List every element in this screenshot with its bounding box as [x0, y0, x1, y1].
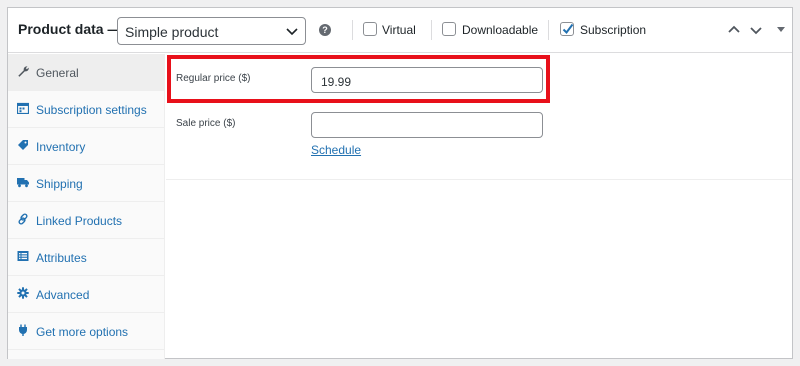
- subscription-label: Subscription: [580, 23, 647, 37]
- tab-get-more-options[interactable]: Get more options: [8, 313, 165, 350]
- checkmark-icon: [562, 23, 574, 35]
- product-type-value: Simple product: [125, 24, 219, 40]
- tab-general[interactable]: General: [8, 54, 165, 91]
- tab-label: Linked Products: [36, 214, 123, 228]
- tab-attributes[interactable]: Attributes: [8, 239, 165, 276]
- separator: [548, 20, 549, 40]
- downloadable-label: Downloadable: [462, 23, 539, 37]
- link-icon: [18, 213, 28, 225]
- chevron-down-icon: [286, 28, 298, 36]
- product-data-tabs: General Subscription settings Inventory: [8, 54, 165, 359]
- downloadable-checkbox[interactable]: [442, 22, 456, 36]
- schedule-link[interactable]: Schedule: [311, 143, 361, 157]
- separator: [431, 20, 432, 40]
- tab-label: Subscription settings: [36, 103, 147, 117]
- tab-label: Inventory: [36, 140, 86, 154]
- virtual-label: Virtual: [382, 23, 416, 37]
- panel-title: Product data —: [18, 21, 122, 37]
- sale-price-label: Sale price ($): [176, 118, 236, 129]
- move-up-icon[interactable]: [727, 23, 741, 37]
- move-down-icon[interactable]: [749, 23, 763, 37]
- tab-label: General: [36, 66, 79, 80]
- list-icon: [17, 251, 29, 261]
- subscription-checkbox[interactable]: [560, 22, 574, 36]
- tab-advanced[interactable]: Advanced: [8, 276, 165, 313]
- toggle-panel-icon[interactable]: [777, 27, 785, 32]
- highlight-box: [167, 55, 550, 103]
- calendar-icon: [17, 102, 29, 114]
- sale-price-input[interactable]: [311, 112, 543, 138]
- product-type-select[interactable]: Simple product: [117, 17, 306, 45]
- gear-icon: [17, 287, 29, 299]
- wrench-icon: [18, 66, 29, 77]
- tag-icon: [18, 140, 28, 150]
- tab-subscription-settings[interactable]: Subscription settings: [8, 91, 165, 128]
- tab-label: Attributes: [36, 251, 87, 265]
- separator: [352, 20, 353, 40]
- tab-label: Get more options: [36, 325, 129, 339]
- tab-inventory[interactable]: Inventory: [8, 128, 165, 165]
- product-data-header: Product data — Simple product ? Virtual …: [8, 8, 792, 53]
- tab-linked-products[interactable]: Linked Products: [8, 202, 165, 239]
- tab-shipping[interactable]: Shipping: [8, 165, 165, 202]
- tab-label: Shipping: [36, 177, 83, 191]
- tab-label: Advanced: [36, 288, 90, 302]
- help-icon[interactable]: ?: [319, 24, 331, 36]
- plugin-icon: [19, 324, 27, 336]
- virtual-checkbox[interactable]: [363, 22, 377, 36]
- truck-icon: [17, 178, 29, 188]
